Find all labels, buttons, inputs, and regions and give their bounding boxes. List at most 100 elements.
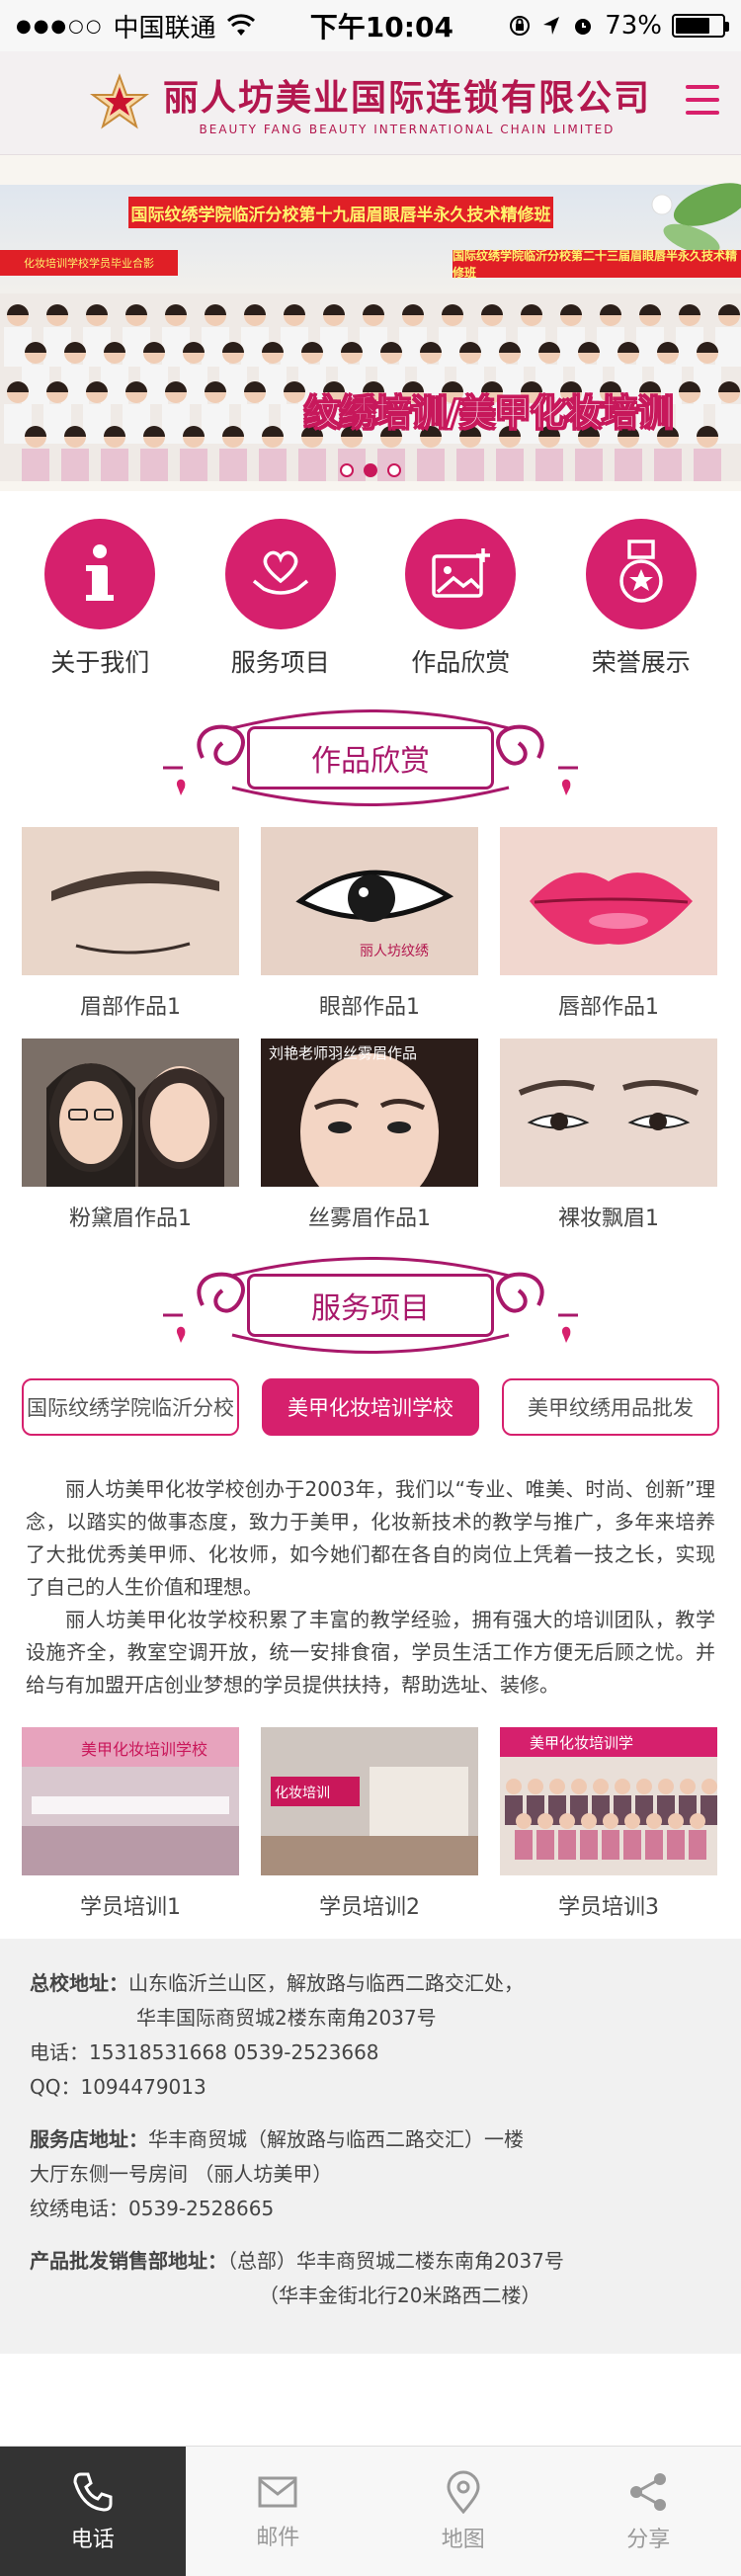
store-label: 服务店地址： xyxy=(30,2127,148,2151)
work-card[interactable]: 刘艳老师羽丝雾眉作品 丝雾眉作品1 xyxy=(261,1039,478,1231)
student-head xyxy=(615,1779,630,1794)
student-head xyxy=(559,1813,575,1829)
menu-button[interactable] xyxy=(686,85,719,115)
store-phone[interactable]: 纹绣电话：0539-2528665 xyxy=(30,2192,711,2226)
info-icon xyxy=(44,519,156,629)
student-head xyxy=(581,1813,597,1829)
student-head xyxy=(571,1779,587,1794)
student-head xyxy=(516,1813,532,1829)
call-button[interactable]: 电话 xyxy=(0,2447,186,2576)
nav-honors[interactable]: 荣誉展示 xyxy=(557,519,725,689)
alarm-icon xyxy=(575,19,592,35)
student-head xyxy=(680,1779,696,1794)
work-card[interactable]: 唇部作品1 xyxy=(500,827,717,1020)
work-label: 裸妆飘眉1 xyxy=(558,1206,659,1231)
map-label: 地图 xyxy=(441,2527,485,2552)
training-card[interactable]: 化妆培训 学员培训2 xyxy=(261,1727,478,1920)
banner-carousel[interactable]: 国际纹绣学院临沂分校第十九届眉眼唇半永久技术精修班 化妆培训学校学员毕业合影 国… xyxy=(0,155,741,491)
nav-works[interactable]: 作品欣赏 xyxy=(376,519,544,689)
work-label: 丝雾眉作品1 xyxy=(308,1206,431,1231)
phone-line[interactable]: 电话：15318531668 0539-2523668 xyxy=(30,2036,711,2070)
student-body xyxy=(645,1830,663,1860)
nav-services[interactable]: 服务项目 xyxy=(197,519,365,689)
nav-about[interactable]: 关于我们 xyxy=(16,519,184,689)
brow-portrait-photo xyxy=(22,1039,239,1187)
work-label: 眼部作品1 xyxy=(319,995,420,1020)
status-right: 73% xyxy=(508,11,729,41)
tab-nail-makeup-school[interactable]: 美甲化妆培训学校 xyxy=(262,1378,479,1436)
student-head xyxy=(646,1813,662,1829)
location-icon xyxy=(543,17,560,35)
student-body xyxy=(558,1830,576,1860)
training-card[interactable]: 美甲化妆培训学 学员培训3 xyxy=(500,1727,717,1920)
map-pin-icon xyxy=(447,2470,480,2514)
status-bar: ●●●○○ 中国联通 下午10:04 73% xyxy=(0,0,741,51)
training-photo: 美甲化妆培训学 xyxy=(500,1727,717,1875)
hq-line1: 山东临沂兰山区，解放路与临西二路交汇处， xyxy=(128,1971,524,1995)
hq-line2: 华丰国际商贸城2楼东南角2037号 xyxy=(136,2006,437,2030)
lips-photo xyxy=(500,827,717,975)
site-header: 丽人坊美业国际连锁有限公司 BEAUTY FANG BEAUTY INTERNA… xyxy=(0,51,741,155)
banner-slogan: 纹绣培训/美甲化妆培训 xyxy=(303,393,674,435)
training-photo: 化妆培训 xyxy=(261,1727,478,1875)
map-button[interactable]: 地图 xyxy=(370,2447,556,2576)
services-title: 服务项目 xyxy=(247,1274,494,1337)
works-section-title: 作品欣赏 xyxy=(0,689,741,827)
qq-line: QQ：1094479013 xyxy=(30,2075,206,2099)
carousel-dot[interactable] xyxy=(340,463,354,477)
service-intro: 丽人坊美甲化妆学校创办于2003年，我们以“专业、唯美、时尚、创新”理念，以踏实… xyxy=(0,1436,741,1702)
battery-level xyxy=(675,18,709,34)
services-section-title: 服务项目 xyxy=(0,1236,741,1374)
status-left: ●●●○○ 中国联通 xyxy=(16,8,256,44)
training-card[interactable]: 美甲化妆培训学校 学员培训1 xyxy=(22,1727,239,1920)
battery-icon xyxy=(671,14,729,38)
call-label: 电话 xyxy=(70,2527,115,2552)
nav-honors-label: 荣誉展示 xyxy=(591,648,691,677)
student-head xyxy=(636,1779,652,1794)
logo[interactable]: 丽人坊美业国际连锁有限公司 BEAUTY FANG BEAUTY INTERNA… xyxy=(89,69,651,136)
store-line1: 华丰商贸城（解放路与临西二路交汇）一楼 xyxy=(148,2127,524,2151)
bottom-action-bar: 电话 邮件 地图 分享 xyxy=(0,2446,741,2576)
carousel-indicators xyxy=(0,463,741,477)
share-button[interactable]: 分享 xyxy=(556,2447,741,2576)
share-icon xyxy=(630,2472,667,2511)
wholesale-label: 产品批发销售部地址： xyxy=(30,2249,227,2273)
training-label: 学员培训2 xyxy=(319,1895,420,1920)
work-label: 粉黛眉作品1 xyxy=(69,1206,192,1231)
medal-icon xyxy=(585,519,697,629)
student-head xyxy=(668,1813,684,1829)
carousel-dot[interactable] xyxy=(364,463,377,477)
battery-percent: 73% xyxy=(605,11,662,41)
carousel-dot[interactable] xyxy=(387,463,401,477)
person-body xyxy=(715,404,741,444)
star-logo-icon xyxy=(89,73,149,129)
work-card[interactable]: 粉黛眉作品1 xyxy=(22,1039,239,1231)
student-body xyxy=(689,1830,706,1860)
eye-photo: 丽人坊纹绣 xyxy=(261,827,478,975)
work-card[interactable]: 丽人坊纹绣 眼部作品1 xyxy=(261,827,478,1020)
student-head xyxy=(701,1779,717,1794)
student-head xyxy=(537,1813,553,1829)
student-body xyxy=(515,1830,533,1860)
eye-watermark: 丽人坊纹绣 xyxy=(360,944,429,959)
contact-info: 总校地址：山东临沂兰山区，解放路与临西二路交汇处， 华丰国际商贸城2楼东南角20… xyxy=(0,1939,741,2354)
photo-sign: 化妆培训 xyxy=(275,1786,330,1801)
menu-bar xyxy=(686,111,719,115)
works-grid: 眉部作品1 丽人坊纹绣 眼部作品1 唇部作品1 粉黛眉作品1 刘艳老师羽丝雾眉作… xyxy=(0,827,741,1231)
tab-tattoo-academy[interactable]: 国际纹绣学院临沂分校 xyxy=(22,1378,239,1436)
tab-wholesale[interactable]: 美甲纹绣用品批发 xyxy=(502,1378,719,1436)
work-card[interactable]: 裸妆飘眉1 xyxy=(500,1039,717,1231)
work-card[interactable]: 眉部作品1 xyxy=(22,827,239,1020)
menu-bar xyxy=(686,85,719,89)
mail-label: 邮件 xyxy=(256,2525,300,2550)
mist-brow-photo: 刘艳老师羽丝雾眉作品 xyxy=(261,1039,478,1187)
photo-sign: 美甲化妆培训学校 xyxy=(81,1740,207,1759)
student-head xyxy=(528,1779,543,1794)
quick-nav: 关于我们 服务项目 作品欣赏 荣誉展示 xyxy=(0,491,741,689)
heart-hand-icon xyxy=(224,519,336,629)
wholesale-line2: （华丰金街北行20米路西二楼） xyxy=(259,2284,541,2307)
student-head xyxy=(603,1813,618,1829)
mail-button[interactable]: 邮件 xyxy=(186,2447,371,2576)
store-line2: 大厅东侧一号房间 （丽人坊美甲） xyxy=(30,2162,333,2186)
